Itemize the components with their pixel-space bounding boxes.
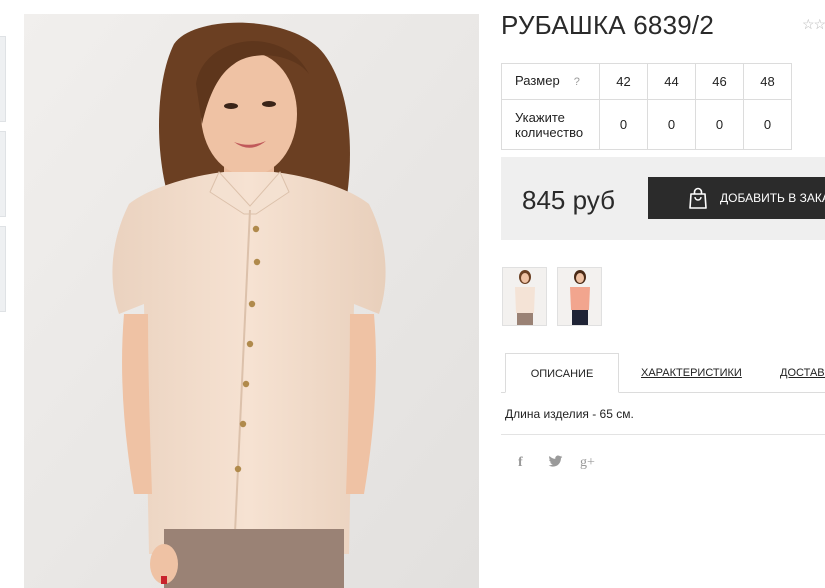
tab-characteristics[interactable]: ХАРАКТЕРИСТИКИ	[641, 353, 742, 393]
gallery-thumbnail[interactable]	[0, 36, 6, 122]
quantity-input[interactable]: 0	[695, 99, 744, 150]
size-option: 48	[743, 63, 792, 100]
tab-delivery[interactable]: ДОСТАВКА	[780, 353, 825, 393]
size-label-cell: Размер?	[501, 63, 600, 100]
size-option: 42	[599, 63, 648, 100]
variant-thumbnail[interactable]	[557, 267, 602, 326]
main-product-photo[interactable]	[24, 14, 479, 588]
help-icon[interactable]: ?	[574, 76, 580, 88]
product-description: Длина изделия - 65 см.	[505, 407, 634, 421]
add-to-cart-button[interactable]: ДОБАВИТЬ В ЗАКАЗ	[648, 177, 825, 219]
add-to-cart-label: ДОБАВИТЬ В ЗАКАЗ	[720, 191, 825, 205]
size-label: Размер	[515, 73, 560, 88]
shopping-bag-icon	[689, 187, 707, 209]
product-price: 845 руб	[522, 185, 615, 215]
googleplus-icon[interactable]: g+	[580, 455, 595, 471]
quantity-input[interactable]: 0	[647, 99, 696, 150]
variant-thumbnail[interactable]	[502, 267, 547, 326]
facebook-icon[interactable]: f	[518, 455, 523, 471]
twitter-icon[interactable]	[548, 455, 563, 471]
size-option: 46	[695, 63, 744, 100]
quantity-input[interactable]: 0	[599, 99, 648, 150]
tab-description[interactable]: ОПИСАНИЕ	[505, 353, 619, 393]
size-option: 44	[647, 63, 696, 100]
star-outline-icon[interactable]: ☆☆	[802, 16, 825, 33]
quantity-input[interactable]: 0	[743, 99, 792, 150]
price-block: 845 руб ДОБАВИТЬ В ЗАКАЗ	[501, 157, 825, 240]
gallery-thumbnail[interactable]	[0, 226, 6, 312]
gallery-thumbnail[interactable]	[0, 131, 6, 217]
quantity-label: Укажите количество	[501, 99, 600, 150]
product-title: РУБАШКА 6839/2	[501, 10, 714, 40]
divider	[501, 434, 825, 435]
size-quantity-table: Размер? 42 44 46 48 Укажите количество 0…	[501, 63, 792, 150]
